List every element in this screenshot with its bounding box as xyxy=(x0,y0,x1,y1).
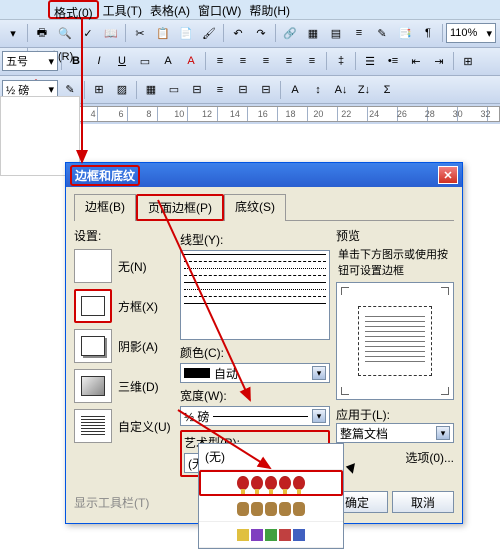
setting-box[interactable]: 方框(X) xyxy=(74,286,174,326)
table-icon[interactable]: ▦ xyxy=(302,22,324,44)
toolbar-format: 五号▾ B I U ▭ A A ≡ ≡ ≡ ≡ ≡ ‡ ☰ •≡ ⇤ ⇥ ⊞ ✎… xyxy=(0,48,500,76)
text-direction-icon[interactable]: ↕ xyxy=(307,79,329,101)
dialog-titlebar[interactable]: 边框和底纹 ✕ xyxy=(66,163,462,187)
cancel-button[interactable]: 取消 xyxy=(392,491,454,513)
line-style-listbox[interactable] xyxy=(180,250,330,340)
apply-label: 应用于(L): xyxy=(336,406,454,423)
distribute-icon[interactable]: ≡ xyxy=(301,50,323,72)
color-label: 颜色(C): xyxy=(180,344,330,361)
sort-asc-icon[interactable]: A↓ xyxy=(330,79,352,101)
menu-window[interactable]: 窗口(W) xyxy=(194,0,245,19)
tab-page-border[interactable]: 页面边框(P) xyxy=(136,194,224,221)
art-option-none[interactable]: (无) xyxy=(199,444,343,470)
outdent-icon[interactable]: ⇤ xyxy=(405,50,427,72)
hyperlink-icon[interactable]: 🔗 xyxy=(279,22,301,44)
print-icon[interactable]: 🖶 xyxy=(31,22,53,44)
redo-icon[interactable]: ↷ xyxy=(250,22,272,44)
menu-format[interactable]: 格式(0) xyxy=(48,0,99,19)
setting-shadow[interactable]: 阴影(A) xyxy=(74,326,174,366)
tab-border[interactable]: 边框(B) xyxy=(74,194,136,221)
undo-icon[interactable]: ↶ xyxy=(227,22,249,44)
docmap-icon[interactable]: 📑 xyxy=(394,22,416,44)
mouse-cursor-icon xyxy=(348,462,362,480)
copy-icon[interactable]: 📋 xyxy=(152,22,174,44)
menu-bar: 格式(0) 工具(T) 表格(A) 窗口(W) 帮助(H) xyxy=(0,0,500,20)
autosum-icon[interactable]: Σ xyxy=(376,79,398,101)
format-painter-icon[interactable]: 🖌 xyxy=(198,22,220,44)
zoom-combo[interactable]: 110%▾ xyxy=(446,23,496,43)
setting-none[interactable]: 无(N) xyxy=(74,246,174,286)
line-spacing-icon[interactable]: ‡ xyxy=(330,50,352,72)
char-border-icon[interactable]: A xyxy=(180,50,202,72)
merge-icon[interactable]: ▭ xyxy=(163,79,185,101)
border-style-icon[interactable]: ⊞ xyxy=(88,79,110,101)
indent-icon[interactable]: ⇥ xyxy=(428,50,450,72)
align-center-icon[interactable]: ≡ xyxy=(232,50,254,72)
setting-3d[interactable]: 三维(D) xyxy=(74,366,174,406)
italic-icon[interactable]: I xyxy=(88,50,110,72)
close-icon[interactable]: ✕ xyxy=(438,166,458,184)
preview-label: 预览 xyxy=(336,227,454,244)
fontsize-combo[interactable]: 五号▾ xyxy=(2,51,58,71)
bullets-icon[interactable]: •≡ xyxy=(382,50,404,72)
art-option-misc[interactable] xyxy=(199,522,343,548)
menu-tools[interactable]: 工具(T) xyxy=(99,0,146,19)
align-right-icon[interactable]: ≡ xyxy=(255,50,277,72)
border-btn-icon[interactable]: ▭ xyxy=(134,50,156,72)
art-option-lanterns[interactable] xyxy=(199,470,343,496)
insert-table-icon[interactable]: ▦ xyxy=(140,79,162,101)
sort-desc-icon[interactable]: Z↓ xyxy=(353,79,375,101)
horizontal-ruler[interactable]: 24 68 1012 1416 1820 2224 2628 3032 xyxy=(34,106,500,122)
cut-icon[interactable]: ✂ xyxy=(129,22,151,44)
art-option-people[interactable] xyxy=(199,496,343,522)
autoformat-icon[interactable]: A xyxy=(284,79,306,101)
align-cell-icon[interactable]: ≡ xyxy=(209,79,231,101)
drawing-icon[interactable]: ✎ xyxy=(371,22,393,44)
tab-strip: 边框(B) 页面边框(P) 底纹(S) xyxy=(66,187,462,220)
width-label: 宽度(W): xyxy=(180,387,330,404)
print-preview-icon[interactable]: 🔍 xyxy=(54,22,76,44)
char-shading-icon[interactable]: A xyxy=(157,50,179,72)
setting-custom[interactable]: 自定义(U) xyxy=(74,406,174,446)
paste-icon[interactable]: 📄 xyxy=(175,22,197,44)
distribute-cols-icon[interactable]: ⊟ xyxy=(255,79,277,101)
borders-icon[interactable]: ⊞ xyxy=(457,50,479,72)
art-dropdown-list[interactable]: (无) xyxy=(198,443,344,549)
distribute-rows-icon[interactable]: ⊟ xyxy=(232,79,254,101)
menu-table[interactable]: 表格(A) xyxy=(146,0,194,19)
split-icon[interactable]: ⊟ xyxy=(186,79,208,101)
underline-icon[interactable]: U xyxy=(111,50,133,72)
excel-icon[interactable]: ▤ xyxy=(325,22,347,44)
preview-help: 单击下方图示或使用按钮可设置边框 xyxy=(338,246,454,278)
style-label: 线型(Y): xyxy=(180,231,330,248)
align-justify-icon[interactable]: ≡ xyxy=(278,50,300,72)
tab-shading[interactable]: 底纹(S) xyxy=(224,194,286,221)
color-combo[interactable]: 自动▾ xyxy=(180,363,330,383)
shading-icon[interactable]: ▨ xyxy=(111,79,133,101)
show-toolbar-link[interactable]: 显示工具栏(T) xyxy=(74,494,149,511)
bold-icon[interactable]: B xyxy=(65,50,87,72)
show-marks-icon[interactable]: ¶ xyxy=(417,22,439,44)
align-left-icon[interactable]: ≡ xyxy=(209,50,231,72)
research-icon[interactable]: 📖 xyxy=(100,22,122,44)
dialog-title: 边框和底纹 xyxy=(70,165,140,186)
settings-label: 设置: xyxy=(74,227,174,244)
preview-area[interactable] xyxy=(336,282,454,400)
columns-icon[interactable]: ≡ xyxy=(348,22,370,44)
menu-help[interactable]: 帮助(H) xyxy=(245,0,294,19)
numbering-icon[interactable]: ☰ xyxy=(359,50,381,72)
width-combo[interactable]: ½ 磅▾ xyxy=(180,406,330,426)
apply-combo[interactable]: 整篇文档▾ xyxy=(336,423,454,443)
spell-icon[interactable]: ✓ xyxy=(77,22,99,44)
toolbar-main: ▾ 🖶 🔍 ✓ 📖 ✂ 📋 📄 🖌 ↶ ↷ 🔗 ▦ ▤ ≡ ✎ 📑 ¶ 110%… xyxy=(0,20,500,48)
dropdown-icon[interactable]: ▾ xyxy=(2,22,24,44)
